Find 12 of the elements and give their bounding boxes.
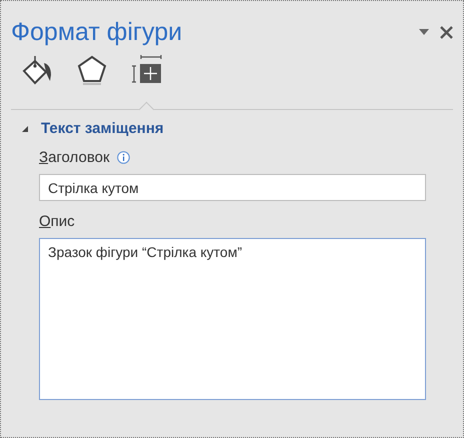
title-input-field[interactable]: Стрілка кутом xyxy=(39,174,426,201)
dropdown-icon[interactable] xyxy=(418,28,430,36)
field-label: Заголовок xyxy=(39,149,110,166)
paint-bucket-icon xyxy=(20,55,54,87)
field-label: Опис xyxy=(39,213,75,230)
pane-title: Формат фігури xyxy=(11,18,184,46)
collapse-icon[interactable] xyxy=(21,124,29,132)
pentagon-icon xyxy=(77,55,107,87)
section-title[interactable]: Текст заміщення xyxy=(41,120,164,137)
info-icon[interactable] xyxy=(116,151,130,164)
close-icon[interactable] xyxy=(440,26,453,38)
description-input-field[interactable]: Зразок фігури “Стрілка кутом” xyxy=(39,238,426,400)
